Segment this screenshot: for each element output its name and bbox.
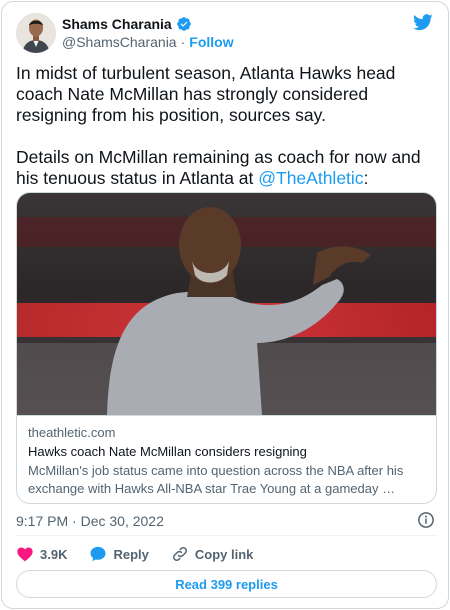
action-bar: 3.9K Reply Copy link [16,544,275,564]
verified-badge-icon [176,17,191,31]
mention-link[interactable]: @TheAthletic [258,168,363,188]
copy-link-button[interactable]: Copy link [171,545,254,563]
twitter-bird-icon[interactable] [412,12,434,32]
author-name-text[interactable]: Shams Charania [62,16,172,32]
reply-bubble-icon [90,546,106,562]
info-icon[interactable] [417,511,435,529]
like-count: 3.9K [40,546,68,562]
link-icon [172,546,187,562]
avatar[interactable] [16,13,56,53]
card-title: Hawks coach Nate McMillan considers resi… [28,444,307,459]
reply-label: Reply [113,546,149,562]
tweet-timestamp[interactable]: 9:17 PM · Dec 30, 2022 [16,513,164,529]
copy-link-label: Copy link [194,546,254,562]
card-domain: theathletic.com [28,425,116,440]
divider [16,535,437,536]
tweet-paragraph-2: Details on McMillan remaining as coach f… [16,147,436,189]
card-image[interactable] [17,193,437,415]
tweet-paragraph-1: In midst of turbulent season, Atlanta Ha… [16,63,396,125]
author-handle[interactable]: @ShamsCharania [62,34,177,50]
tweet-text: In midst of turbulent season, Atlanta Ha… [16,63,436,189]
author-name[interactable]: Shams Charania [62,16,192,32]
tweet-paragraph-2-suffix: : [363,168,369,188]
card-description: McMillan's job status came into question… [28,463,404,496]
follow-button[interactable]: Follow [189,34,233,50]
read-replies-button[interactable]: Read 399 replies [16,570,437,598]
heart-icon [17,547,33,562]
separator-dot: · [180,34,186,50]
link-card[interactable]: theathletic.com Hawks coach Nate McMilla… [16,192,437,504]
like-button[interactable]: 3.9K [16,545,67,563]
reply-button[interactable]: Reply [89,545,149,563]
tweet-embed: Shams Charania @ShamsCharania · Follow I… [1,1,449,609]
card-info[interactable]: theathletic.com Hawks coach Nate McMilla… [17,415,436,503]
handle-row: @ShamsCharania · Follow [62,34,234,50]
